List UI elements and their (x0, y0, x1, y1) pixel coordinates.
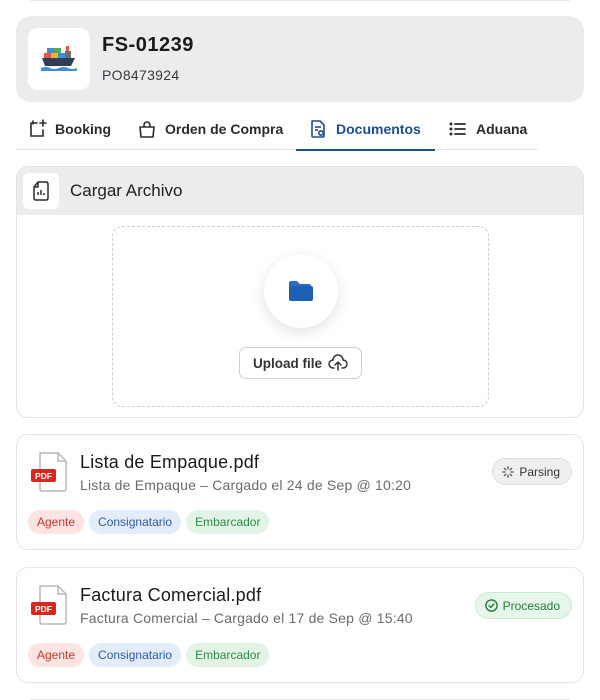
document-tags: Agente Consignatario Embarcador (28, 510, 270, 534)
calendar-plus-icon (30, 119, 47, 137)
upload-panel-title: Cargar Archivo (70, 181, 183, 200)
ship-thumbnail (28, 28, 90, 90)
tag-consignatario[interactable]: Consignatario (89, 510, 182, 534)
document-name[interactable]: Lista de Empaque.pdf (80, 452, 259, 473)
document-tags: Agente Consignatario Embarcador (28, 643, 270, 667)
cargo-ship-icon (41, 46, 77, 71)
tab-documentos[interactable]: Documentos (296, 108, 435, 151)
file-dropzone[interactable]: Upload file (112, 226, 489, 407)
folder-icon (289, 281, 313, 301)
tab-aduana[interactable]: Aduana (448, 108, 527, 150)
check-circle-icon (484, 599, 498, 612)
tag-embarcador[interactable]: Embarcador (186, 510, 270, 534)
upload-panel: Cargar Archivo Upload file (16, 166, 584, 418)
pdf-file-icon: PDF (31, 585, 67, 625)
document-icon (311, 119, 325, 138)
document-card[interactable]: PDF Factura Comercial.pdf Factura Comerc… (16, 567, 584, 683)
upload-panel-header: Cargar Archivo (17, 167, 583, 215)
tag-consignatario[interactable]: Consignatario (89, 643, 182, 667)
status-label: Parsing (519, 464, 560, 479)
tab-bar: Booking Orden de Compra Documentos Aduan… (16, 108, 538, 151)
tab-orden-de-compra[interactable]: Orden de Compra (137, 108, 283, 150)
tab-aduana-label: Aduana (476, 121, 528, 137)
status-label: Procesado (502, 598, 560, 613)
pdf-file-icon: PDF (31, 452, 67, 492)
top-divider (30, 0, 570, 1)
list-icon (449, 122, 466, 136)
folder-badge (264, 254, 338, 328)
tab-booking-label: Booking (55, 121, 111, 137)
shopping-bag-icon (139, 121, 155, 138)
tab-booking[interactable]: Booking (27, 108, 111, 150)
spinner-icon (502, 465, 515, 478)
upload-file-icon (23, 173, 59, 209)
purchase-order-number: PO8473924 (102, 67, 180, 83)
document-card[interactable]: PDF Lista de Empaque.pdf Lista de Empaqu… (16, 434, 584, 550)
document-name[interactable]: Factura Comercial.pdf (80, 585, 261, 606)
document-meta: Lista de Empaque – Cargado el 24 de Sep … (80, 477, 412, 493)
tab-orden-de-compra-label: Orden de Compra (165, 121, 284, 137)
svg-text:PDF: PDF (35, 471, 52, 481)
tag-agente[interactable]: Agente (28, 643, 85, 667)
tag-embarcador[interactable]: Embarcador (186, 643, 270, 667)
tag-agente[interactable]: Agente (28, 510, 85, 534)
shipment-header: FS-01239 PO8473924 (16, 16, 584, 102)
upload-file-button[interactable]: Upload file (239, 347, 362, 379)
document-meta: Factura Comercial – Cargado el 17 de Sep… (80, 610, 413, 626)
status-badge: Procesado (474, 592, 572, 619)
status-badge: Parsing (492, 458, 572, 485)
svg-text:PDF: PDF (35, 604, 52, 614)
tab-documentos-label: Documentos (336, 120, 421, 137)
cloud-upload-icon (328, 354, 348, 371)
shipment-id: FS-01239 (102, 34, 194, 56)
upload-file-button-label: Upload file (252, 355, 322, 371)
